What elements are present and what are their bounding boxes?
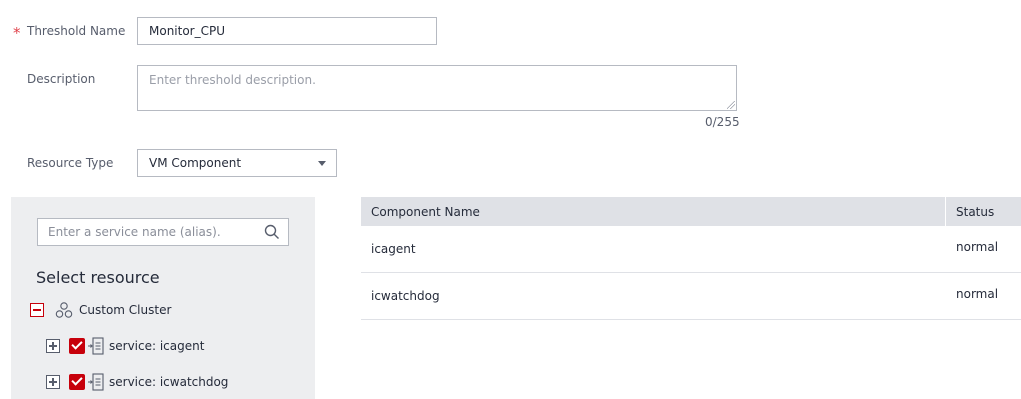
checkbox-checked[interactable] <box>69 374 85 390</box>
description-textarea[interactable]: Enter threshold description. <box>137 65 737 111</box>
resource-type-selected: VM Component <box>149 156 242 170</box>
table-header: Component Name Status <box>361 197 1021 226</box>
resource-type-label: Resource Type <box>27 156 114 170</box>
service-search-placeholder: Enter a service name (alias). <box>48 225 221 239</box>
threshold-name-label: Threshold Name <box>27 24 126 38</box>
resource-type-select[interactable]: VM Component <box>137 149 337 177</box>
threshold-name-value: Monitor_CPU <box>149 24 226 38</box>
component-table: Component Name Status icagent normal icw… <box>361 197 1021 320</box>
search-icon[interactable] <box>264 224 280 240</box>
service-icon <box>88 337 104 355</box>
collapse-icon[interactable] <box>30 303 44 317</box>
chevron-down-icon <box>318 160 326 166</box>
tree-node-label: Custom Cluster <box>79 303 172 317</box>
tree-node-label: service: icagent <box>109 339 205 353</box>
tree-node-service-icagent[interactable]: service: icagent <box>46 336 204 356</box>
expand-icon[interactable] <box>46 339 60 353</box>
expand-icon[interactable] <box>46 375 60 389</box>
description-char-counter: 0/255 <box>705 115 740 129</box>
column-header-status[interactable]: Status <box>946 205 994 219</box>
description-placeholder: Enter threshold description. <box>149 73 316 87</box>
status-cell: normal <box>956 287 999 301</box>
component-name-cell: icagent <box>371 242 416 256</box>
resize-handle-icon[interactable] <box>727 101 735 109</box>
checkbox-checked[interactable] <box>69 338 85 354</box>
threshold-name-input[interactable]: Monitor_CPU <box>137 17 437 45</box>
tree-node-service-icwatchdog[interactable]: service: icwatchdog <box>46 372 228 392</box>
table-row[interactable]: icwatchdog normal <box>361 273 1021 320</box>
tree-node-label: service: icwatchdog <box>109 375 229 389</box>
service-search-input[interactable]: Enter a service name (alias). <box>37 218 289 246</box>
tree-node-custom-cluster[interactable]: Custom Cluster <box>30 300 171 320</box>
service-icon <box>88 373 104 391</box>
column-header-component-name[interactable]: Component Name <box>361 205 945 219</box>
status-cell: normal <box>956 240 999 254</box>
select-resource-title: Select resource <box>36 268 160 287</box>
required-mark: * <box>13 24 21 42</box>
cluster-icon <box>55 302 73 318</box>
description-label: Description <box>27 72 96 86</box>
table-row[interactable]: icagent normal <box>361 226 1021 273</box>
component-name-cell: icwatchdog <box>371 289 440 303</box>
